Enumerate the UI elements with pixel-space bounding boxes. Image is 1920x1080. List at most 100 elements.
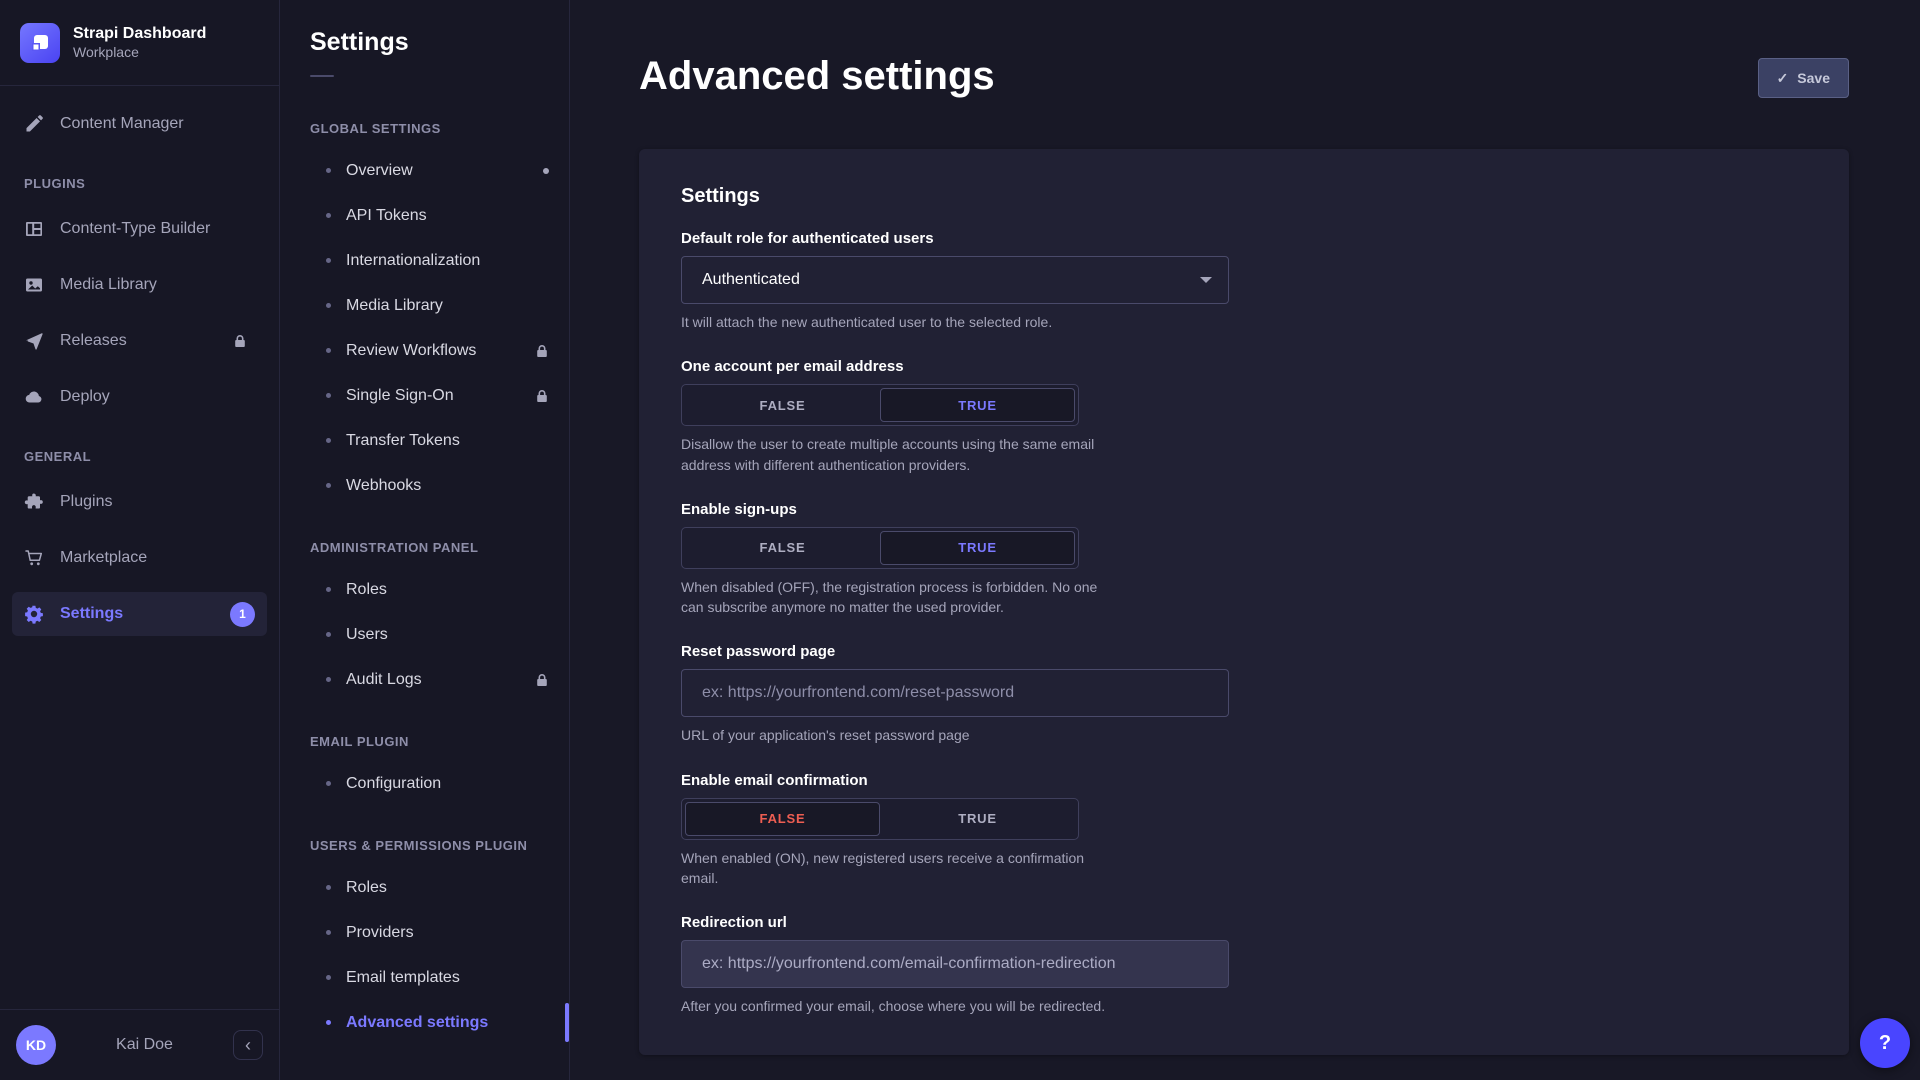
subnav-item-internationalization[interactable]: Internationalization xyxy=(280,238,569,283)
subnav-item-label: Webhooks xyxy=(346,477,421,495)
subnav-item-label: Audit Logs xyxy=(346,671,422,689)
one-account-per-email-address-toggle: FALSETRUE xyxy=(681,384,1079,426)
reset-password-page-input[interactable] xyxy=(681,669,1229,717)
field-label: Redirection url xyxy=(681,914,1807,932)
sidebar-item-content-manager[interactable]: Content Manager xyxy=(12,102,267,146)
subnav-item-label: Media Library xyxy=(346,297,443,315)
subnav-item-roles[interactable]: Roles xyxy=(280,865,569,910)
user-name: Kai Doe xyxy=(66,1036,223,1054)
bullet-icon xyxy=(326,438,331,443)
subnav-item-label: Single Sign-On xyxy=(346,387,454,405)
sidebar-item-content-type-builder[interactable]: Content-Type Builder xyxy=(12,207,267,251)
sidebar-item-marketplace[interactable]: Marketplace xyxy=(12,536,267,580)
sidebar-item-media-library[interactable]: Media Library xyxy=(12,263,267,307)
enable-email-confirmation-option-true[interactable]: TRUE xyxy=(880,802,1075,836)
collapse-sidebar-button[interactable]: ‹ xyxy=(233,1030,263,1060)
subnav-section-header: ADMINISTRATION PANEL xyxy=(310,540,539,555)
subnav-item-review-workflows[interactable]: Review Workflows xyxy=(280,328,569,373)
field-label: Enable email confirmation xyxy=(681,772,1807,790)
main-nav: Content Manager PLUGINS Content-Type Build… xyxy=(0,86,279,1009)
sidebar-item-plugins[interactable]: Plugins xyxy=(12,480,267,524)
bullet-icon xyxy=(326,303,331,308)
subnav-item-label: Review Workflows xyxy=(346,342,476,360)
subnav-item-email-templates[interactable]: Email templates xyxy=(280,955,569,1000)
nav-section-header: PLUGINS xyxy=(24,176,255,191)
subnav-item-label: API Tokens xyxy=(346,207,427,225)
sidebar-item-label: Plugins xyxy=(60,493,255,511)
bullet-icon xyxy=(326,213,331,218)
field-label: One account per email address xyxy=(681,358,1807,376)
subnav-item-label: Roles xyxy=(346,879,387,897)
media-icon xyxy=(24,275,44,295)
sidebar-item-label: Releases xyxy=(60,332,233,350)
update-dot-icon xyxy=(543,168,549,174)
subnav-item-users[interactable]: Users xyxy=(280,612,569,657)
subnav-item-media-library[interactable]: Media Library xyxy=(280,283,569,328)
sidebar-item-releases[interactable]: Releases xyxy=(12,319,267,363)
notification-badge: 1 xyxy=(230,602,255,627)
lock-icon xyxy=(535,673,549,687)
field-enable-email-confirmation: Enable email confirmationFALSETRUEWhen e… xyxy=(681,772,1807,889)
sidebar-item-settings[interactable]: Settings1 xyxy=(12,592,267,636)
subnav-item-label: Roles xyxy=(346,581,387,599)
subnav-item-api-tokens[interactable]: API Tokens xyxy=(280,193,569,238)
select-value: Authenticated xyxy=(702,271,800,289)
one-account-per-email-address-option-false[interactable]: FALSE xyxy=(685,388,880,422)
field-reset-password-page: Reset password pageURL of your applicati… xyxy=(681,643,1807,745)
bullet-icon xyxy=(326,1020,331,1025)
redirection-url-input[interactable] xyxy=(681,940,1229,988)
settings-card: Settings Default role for authenticated … xyxy=(639,149,1849,1055)
bullet-icon xyxy=(326,393,331,398)
sidebar-item-label: Marketplace xyxy=(60,549,255,567)
field-label: Default role for authenticated users xyxy=(681,230,1807,248)
bullet-icon xyxy=(326,885,331,890)
field-one-account-per-email-address: One account per email addressFALSETRUEDi… xyxy=(681,358,1807,475)
save-button[interactable]: ✓ Save xyxy=(1758,58,1849,98)
subnav-item-label: Overview xyxy=(346,162,413,180)
subnav-item-advanced-settings[interactable]: Advanced settings xyxy=(280,1000,569,1045)
subnav-item-label: Users xyxy=(346,626,388,644)
workplace-label: Workplace xyxy=(73,44,206,62)
subnav-item-label: Email templates xyxy=(346,969,460,987)
puzzle-icon xyxy=(24,492,44,512)
main-content: Advanced settings ✓ Save Settings Defaul… xyxy=(570,0,1920,1080)
sidebar-item-deploy[interactable]: Deploy xyxy=(12,375,267,419)
subnav-item-configuration[interactable]: Configuration xyxy=(280,761,569,806)
bullet-icon xyxy=(326,348,331,353)
subnav-item-single-sign-on[interactable]: Single Sign-On xyxy=(280,373,569,418)
workplace-home-link[interactable]: Strapi Dashboard Workplace xyxy=(0,0,279,86)
subnav-item-webhooks[interactable]: Webhooks xyxy=(280,463,569,508)
enable-sign-ups-option-false[interactable]: FALSE xyxy=(685,531,880,565)
field-hint: URL of your application's reset password… xyxy=(681,725,1807,745)
save-button-label: Save xyxy=(1797,70,1830,86)
chevron-left-icon: ‹ xyxy=(245,1036,251,1054)
subnav-item-label: Configuration xyxy=(346,775,441,793)
bullet-icon xyxy=(326,632,331,637)
gear-icon xyxy=(24,604,44,624)
subnav-item-overview[interactable]: Overview xyxy=(280,148,569,193)
enable-email-confirmation-option-false[interactable]: FALSE xyxy=(685,802,880,836)
subnav-section-header: GLOBAL SETTINGS xyxy=(310,121,539,136)
bullet-icon xyxy=(326,168,331,173)
sidebar-item-label: Deploy xyxy=(60,388,255,406)
sidebar-item-label: Content Manager xyxy=(60,115,255,133)
bullet-icon xyxy=(326,975,331,980)
bullet-icon xyxy=(326,930,331,935)
field-enable-sign-ups: Enable sign-upsFALSETRUEWhen disabled (O… xyxy=(681,501,1807,618)
lock-icon xyxy=(535,344,549,358)
one-account-per-email-address-option-true[interactable]: TRUE xyxy=(880,388,1075,422)
app-root: Strapi Dashboard Workplace Content Manag… xyxy=(0,0,1920,1080)
subnav-item-transfer-tokens[interactable]: Transfer Tokens xyxy=(280,418,569,463)
help-button[interactable]: ? xyxy=(1860,1018,1910,1068)
lock-icon xyxy=(233,334,247,348)
avatar[interactable]: KD xyxy=(16,1025,56,1065)
app-title: Strapi Dashboard xyxy=(73,24,206,44)
subnav-item-roles[interactable]: Roles xyxy=(280,567,569,612)
lock-icon xyxy=(535,389,549,403)
enable-sign-ups-option-true[interactable]: TRUE xyxy=(880,531,1075,565)
subnav-item-providers[interactable]: Providers xyxy=(280,910,569,955)
default-role-for-authenticated-users-select[interactable]: Authenticated xyxy=(681,256,1229,304)
subnav-item-label: Internationalization xyxy=(346,252,480,270)
bullet-icon xyxy=(326,781,331,786)
subnav-item-audit-logs[interactable]: Audit Logs xyxy=(280,657,569,702)
